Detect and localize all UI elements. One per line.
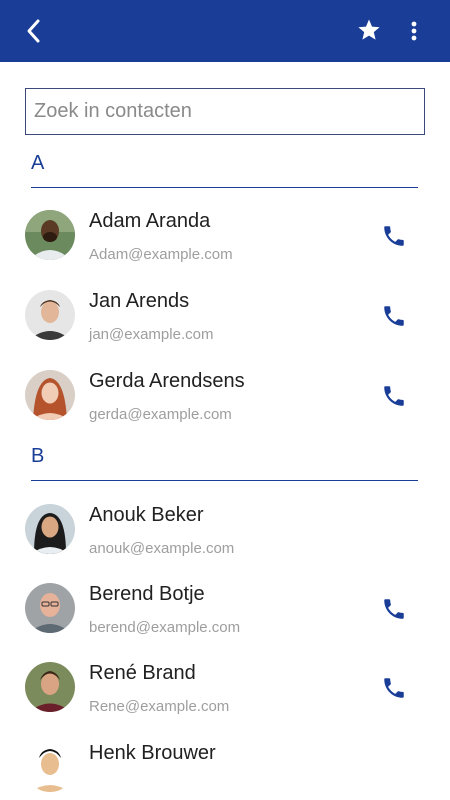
contact-item[interactable]: Berend Botje berend@example.com — [0, 583, 450, 663]
avatar — [25, 583, 75, 633]
more-vertical-icon[interactable] — [402, 17, 426, 45]
section-divider — [31, 480, 418, 481]
contact-item[interactable]: Henk Brouwer — [0, 742, 450, 800]
section-letter: B — [31, 445, 45, 467]
avatar — [25, 290, 75, 340]
search-field[interactable] — [25, 88, 425, 135]
contact-name: Gerda Arendsens — [89, 370, 245, 392]
star-icon[interactable] — [357, 18, 381, 42]
contact-email: Rene@example.com — [89, 698, 230, 715]
contact-name: Adam Aranda — [89, 210, 211, 232]
back-arrow-icon[interactable] — [22, 17, 48, 45]
avatar — [25, 662, 75, 712]
section-divider — [31, 187, 418, 188]
contact-item[interactable]: Gerda Arendsens gerda@example.com — [0, 370, 450, 450]
phone-icon[interactable] — [381, 383, 407, 409]
contact-email: gerda@example.com — [89, 406, 232, 423]
avatar — [25, 210, 75, 260]
app-bar — [0, 0, 450, 62]
contact-item[interactable]: Adam Aranda Adam@example.com — [0, 210, 450, 290]
contact-email: berend@example.com — [89, 619, 241, 636]
contact-name: Jan Arends — [89, 290, 190, 312]
contact-name: Henk Brouwer — [89, 742, 216, 764]
contact-email: anouk@example.com — [89, 540, 235, 557]
avatar — [25, 742, 75, 792]
contact-item[interactable]: Anouk Beker anouk@example.com — [0, 504, 450, 584]
contact-name: Anouk Beker — [89, 504, 204, 526]
contact-email: jan@example.com — [89, 326, 214, 343]
contact-item[interactable]: Jan Arends jan@example.com — [0, 290, 450, 370]
phone-icon[interactable] — [381, 223, 407, 249]
contact-name: René Brand — [89, 662, 196, 684]
avatar — [25, 370, 75, 420]
phone-icon[interactable] — [381, 596, 407, 622]
contact-email: Adam@example.com — [89, 246, 233, 263]
section-letter: A — [31, 152, 45, 174]
section-header-b: B — [31, 445, 418, 481]
phone-icon[interactable] — [381, 303, 407, 329]
phone-icon[interactable] — [381, 675, 407, 701]
search-input[interactable] — [26, 89, 424, 134]
section-header-a: A — [31, 152, 418, 188]
contact-name: Berend Botje — [89, 583, 205, 605]
avatar — [25, 504, 75, 554]
contact-item[interactable]: René Brand Rene@example.com — [0, 662, 450, 742]
